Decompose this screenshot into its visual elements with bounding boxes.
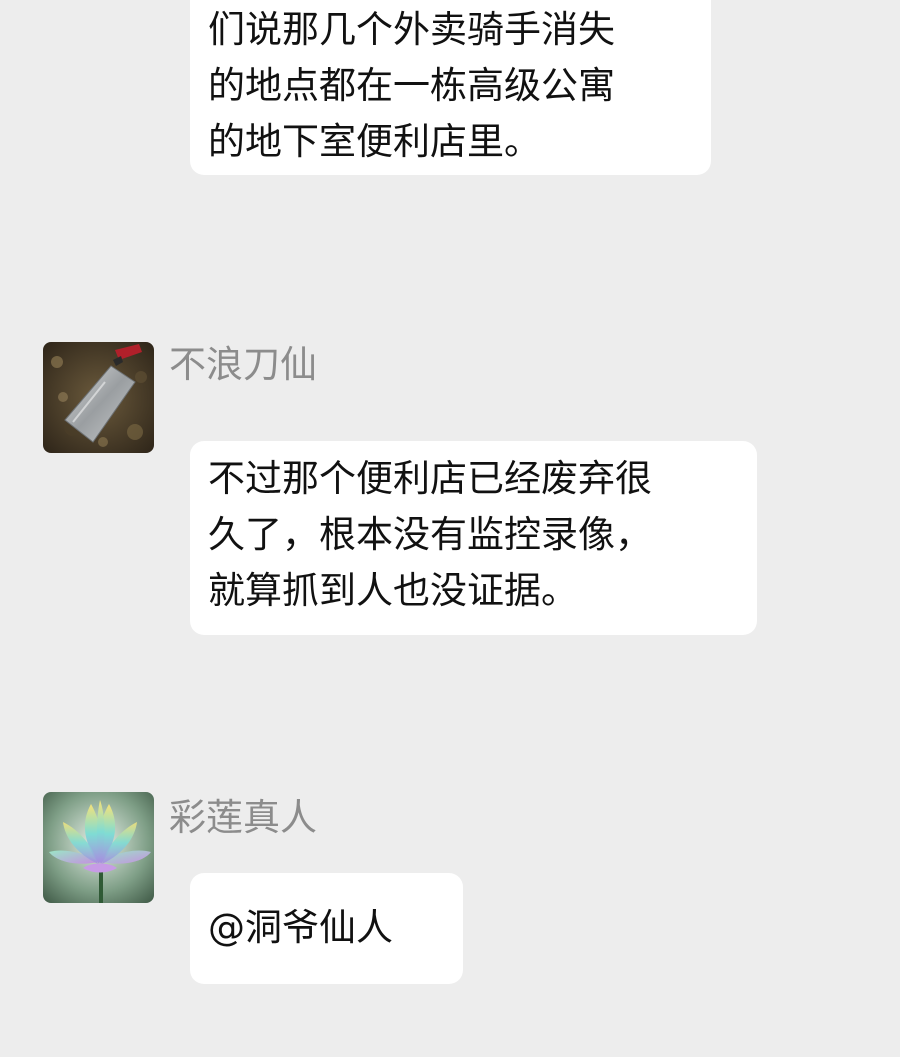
message-bubble[interactable]: 们说那几个外卖骑手消失 的地点都在一栋高级公寓 的地下室便利店里。 [190, 0, 711, 175]
cleaver-knife-icon [43, 342, 154, 453]
sender-name: 不浪刀仙 [169, 343, 317, 386]
sender-name: 彩莲真人 [169, 796, 317, 839]
message-bubble[interactable]: 不过那个便利店已经废弃很 久了，根本没有监控录像， 就算抓到人也没证据。 [190, 441, 757, 635]
rainbow-lotus-icon [43, 792, 154, 903]
avatar[interactable] [43, 792, 154, 903]
message-bubble[interactable]: @洞爷仙人 [190, 873, 463, 984]
avatar[interactable] [43, 342, 154, 453]
